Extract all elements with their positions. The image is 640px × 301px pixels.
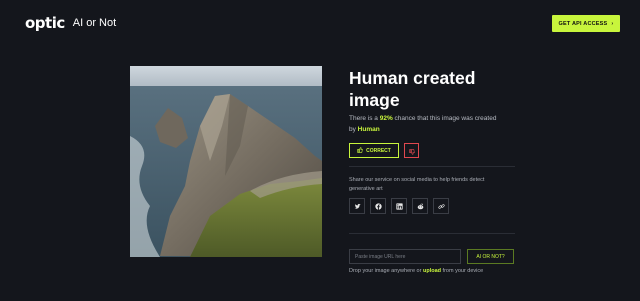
drop-suffix: from your device — [441, 268, 484, 274]
reddit-icon[interactable] — [412, 198, 428, 214]
linkedin-icon[interactable] — [391, 198, 407, 214]
share-text: Share our service on social media to hel… — [349, 177, 485, 192]
thumbs-down-icon — [408, 142, 415, 160]
logo-wordmark: optic — [25, 14, 65, 32]
drop-hint: Drop your image anywhere or upload from … — [349, 268, 483, 274]
verdict-title: Human created image — [349, 68, 476, 110]
correct-button[interactable]: CORRECT — [349, 143, 399, 158]
drop-prefix: Drop your image anywhere or — [349, 268, 423, 274]
header: optic AI or Not GET API ACCESS › — [0, 0, 640, 46]
thumbs-up-icon — [357, 146, 363, 155]
result-description: There is a 92% chance that this image wa… — [349, 113, 499, 135]
confidence-percent: 92% — [379, 115, 393, 122]
logo-subtitle: AI or Not — [72, 17, 117, 29]
ai-or-not-button[interactable]: AI OR NOT? — [467, 249, 514, 264]
facebook-icon[interactable] — [370, 198, 386, 214]
analyzed-image — [130, 66, 322, 257]
desc-prefix: There is a — [349, 115, 380, 122]
divider — [349, 166, 515, 167]
image-url-input[interactable] — [349, 249, 461, 264]
twitter-icon[interactable] — [349, 198, 365, 214]
arrow-right-icon: › — [611, 20, 614, 27]
link-icon[interactable] — [433, 198, 449, 214]
logo[interactable]: optic AI or Not — [25, 14, 116, 32]
correct-label: CORRECT — [366, 147, 391, 154]
api-button-label: GET API ACCESS — [558, 20, 608, 27]
incorrect-button[interactable] — [404, 143, 419, 158]
divider — [349, 233, 515, 234]
result-source: Human — [357, 126, 380, 133]
get-api-access-button[interactable]: GET API ACCESS › — [552, 15, 620, 32]
upload-link[interactable]: upload — [423, 268, 441, 274]
